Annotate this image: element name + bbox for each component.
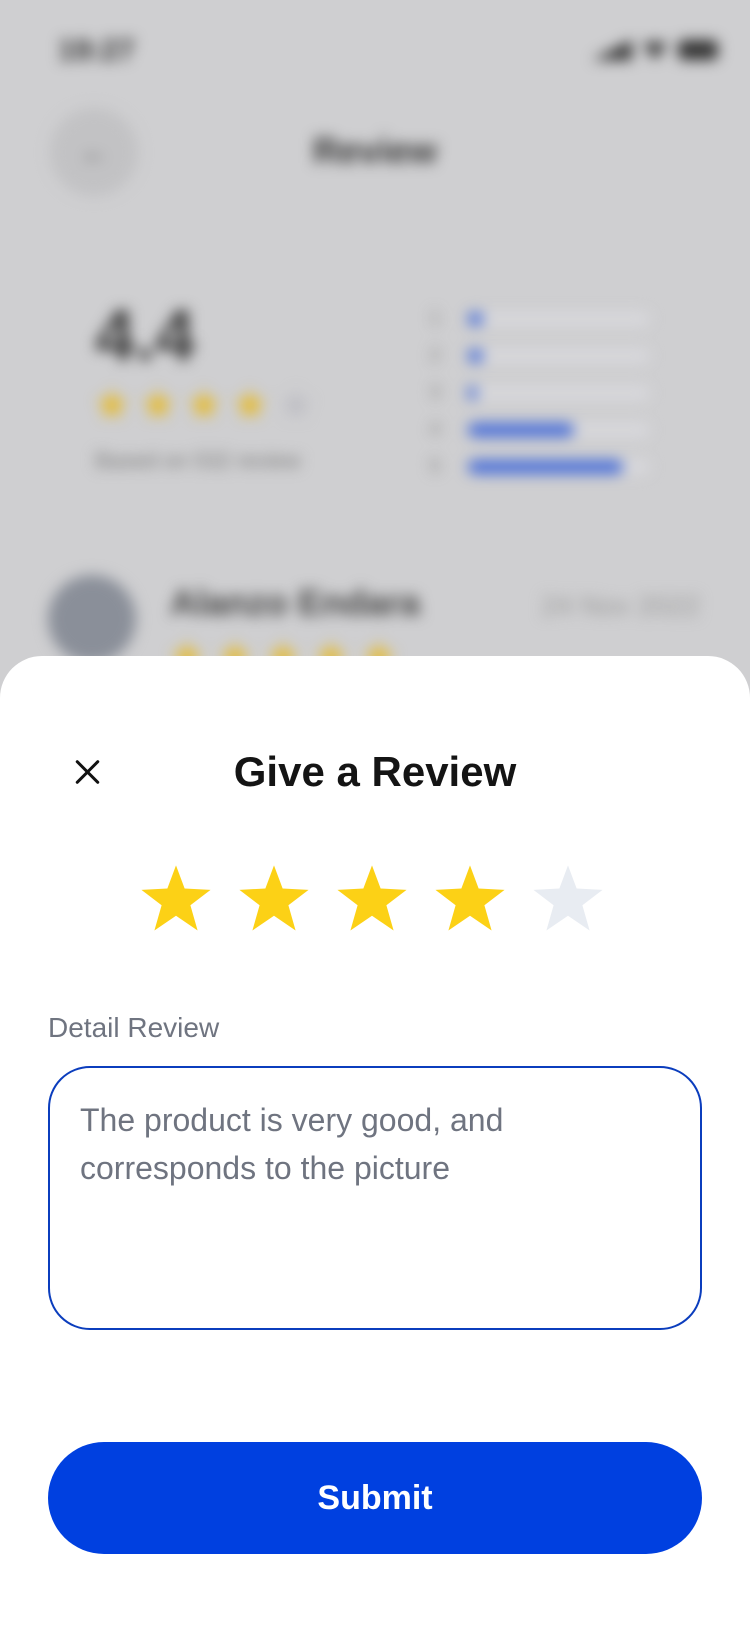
detail-review-input[interactable]: The product is very good, and correspond… <box>80 1096 670 1300</box>
distribution-label: 1 <box>430 308 441 328</box>
rating-count-text: Based on 532 review <box>95 448 301 473</box>
distribution-bar <box>468 385 478 400</box>
background-review-page: 19:27 ← Review 4.4 Based on 532 review 1… <box>0 0 750 700</box>
average-rating-stars <box>95 388 313 422</box>
status-time: 19:27 <box>58 34 135 67</box>
average-rating: 4.4 <box>95 296 196 376</box>
avatar <box>48 575 136 663</box>
page-title: Review <box>312 130 438 171</box>
star-icon[interactable] <box>239 865 309 931</box>
distribution-bar <box>468 459 623 474</box>
distribution-bar <box>468 348 483 363</box>
status-bar: 19:27 <box>58 30 718 70</box>
star-icon[interactable] <box>533 865 603 931</box>
wifi-icon <box>642 42 668 60</box>
distribution-row: 5 <box>430 448 650 485</box>
star-icon[interactable] <box>435 865 505 931</box>
battery-icon <box>678 40 718 60</box>
star-icon <box>233 388 267 419</box>
detail-review-label: Detail Review <box>48 1012 220 1043</box>
detail-review-field[interactable]: The product is very good, and correspond… <box>48 1066 702 1330</box>
signal-icon <box>592 40 632 60</box>
distribution-bar <box>468 311 483 326</box>
star-rating-input[interactable] <box>140 864 604 934</box>
review-bottom-sheet: Give a Review Detail Review The product … <box>0 656 750 1632</box>
distribution-row: 3 <box>430 374 650 411</box>
star-icon <box>95 388 129 419</box>
distribution-row: 2 <box>430 337 650 374</box>
rating-distribution: 1 2 3 4 5 <box>430 300 650 485</box>
reviewer-name: Alanzo Endara <box>170 582 421 623</box>
status-icons <box>592 38 718 60</box>
star-icon[interactable] <box>141 865 211 931</box>
star-icon <box>141 388 175 419</box>
submit-button[interactable]: Submit <box>48 1442 702 1554</box>
star-icon[interactable] <box>337 865 407 931</box>
distribution-bar <box>468 422 574 437</box>
distribution-label: 5 <box>430 456 441 476</box>
sheet-title: Give a Review <box>233 748 517 795</box>
distribution-row: 4 <box>430 411 650 448</box>
distribution-row: 1 <box>430 300 650 337</box>
distribution-label: 2 <box>430 345 441 365</box>
review-date: 24 Nov 2022 <box>541 590 700 621</box>
star-icon <box>279 388 313 419</box>
star-icon <box>187 388 221 419</box>
distribution-label: 3 <box>430 382 441 402</box>
distribution-label: 4 <box>430 419 441 439</box>
